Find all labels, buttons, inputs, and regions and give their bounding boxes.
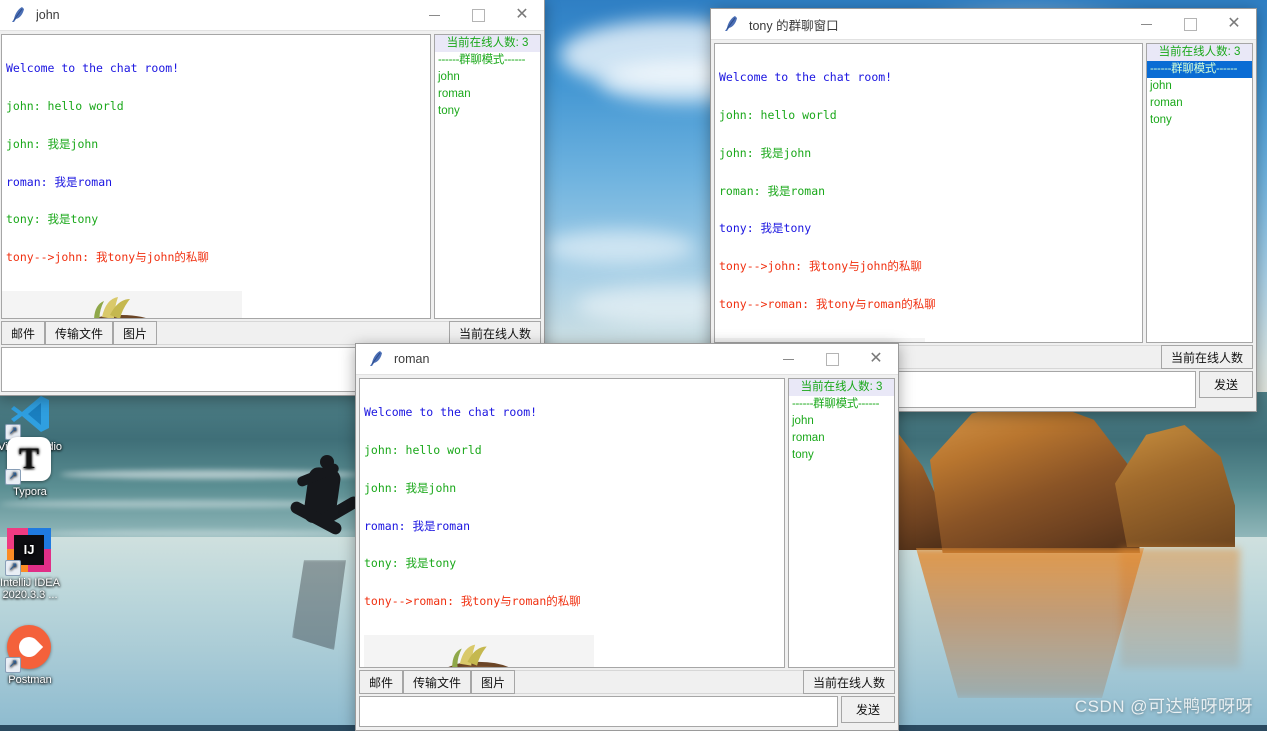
online-count-label: 当前在线人数: 3 [789,379,894,396]
chat-message: john: 我是john [364,480,457,495]
transfer-file-button[interactable]: 传输文件 [45,321,114,345]
window-roman[interactable]: roman ✕ Welcome to the chat room! john: … [355,343,899,731]
user-list-item[interactable]: john [789,413,894,430]
online-count-label: 当前在线人数: 3 [435,35,540,52]
window-title: roman [394,352,430,366]
python-feather-icon [8,5,32,25]
desktop-icon-typora[interactable]: T ↗ Typora [0,437,62,498]
group-chat-mode-item[interactable]: ------群聊模式------ [435,52,540,69]
typora-icon: T ↗ [5,437,53,485]
message-input[interactable] [359,696,838,727]
window-title: tony 的群聊窗口 [749,18,839,33]
online-count-label: 当前在线人数: 3 [1147,44,1252,61]
shortcut-arrow-icon: ↗ [5,657,21,673]
picture-button[interactable]: 图片 [471,670,516,694]
chat-message: tony-->john: 我tony与john的私聊 [6,250,209,265]
intellij-idea-icon: IJ ↗ [5,528,53,576]
group-chat-mode-item[interactable]: ------群聊模式------ [789,396,894,413]
close-button[interactable]: ✕ [500,1,544,30]
online-count-button[interactable]: 当前在线人数 [802,670,895,694]
chat-messages-area[interactable]: Welcome to the chat room! john: hello wo… [1,34,431,319]
shortcut-arrow-icon: ↗ [5,469,21,485]
chat-messages-area[interactable]: Welcome to the chat room! john: hello wo… [714,43,1143,343]
chat-messages-area[interactable]: Welcome to the chat room! john: hello wo… [359,378,785,668]
csdn-watermark: CSDN @可达鸭呀呀呀 [1074,697,1253,716]
user-list-item[interactable]: tony [789,447,894,464]
group-chat-mode-item[interactable]: ------群聊模式------ [1147,61,1252,78]
user-list-item[interactable]: john [435,69,540,86]
desktop-icon-label: Typora [13,486,47,498]
chat-message: tony: 我是tony [719,221,812,236]
send-button[interactable]: 发送 [840,696,895,723]
user-list-item[interactable]: roman [435,86,540,103]
action-toolbar: 邮件 传输文件 图片 当前在线人数 [356,668,898,696]
desktop-icon-postman[interactable]: ↗ Postman [0,625,62,686]
mail-button[interactable]: 邮件 [359,670,404,694]
minimize-button[interactable] [412,1,456,30]
python-feather-icon [721,14,745,34]
chat-message: john: 我是john [6,136,99,151]
chat-message: john: 我是john [719,145,812,160]
chat-message: john: hello world [6,98,124,113]
chat-image-kitten: 3png.com [364,634,594,667]
user-list-item[interactable]: john [1147,78,1252,95]
maximize-button[interactable] [456,1,500,30]
cloud [545,230,695,264]
user-list-item[interactable]: roman [1147,95,1252,112]
user-list-item[interactable]: roman [789,430,894,447]
message-list: Welcome to the chat room! john: hello wo… [360,379,784,633]
python-feather-icon [366,349,390,369]
chat-message: Welcome to the chat room! [364,405,538,420]
chat-message: tony: 我是tony [6,212,99,227]
picture-button[interactable]: 图片 [113,321,158,345]
transfer-file-button[interactable]: 传输文件 [403,670,472,694]
chat-message: tony-->john: 我tony与john的私聊 [719,259,922,274]
chat-message: tony: 我是tony [364,556,457,571]
online-user-list[interactable]: 当前在线人数: 3 ------群聊模式------ john roman to… [1146,43,1253,343]
vscode-icon: ↗ [5,392,53,440]
online-count-button[interactable]: 当前在线人数 [448,321,541,345]
close-button[interactable]: ✕ [1212,10,1256,39]
user-list-item[interactable]: tony [435,103,540,120]
message-list: Welcome to the chat room! john: hello wo… [2,35,430,289]
titlebar-john[interactable]: john ✕ [0,0,544,31]
chat-message: john: hello world [364,442,482,457]
chat-message: Welcome to the chat room! [719,70,893,85]
typora-glyph: T [18,442,39,475]
close-button[interactable]: ✕ [854,345,898,374]
minimize-button[interactable] [1124,10,1168,39]
send-button[interactable]: 发送 [1198,371,1253,398]
desktop-icon-label: IntelliJ IDEA 2020.3.3 ... [0,577,60,601]
maximize-button[interactable] [810,345,854,374]
online-user-list[interactable]: 当前在线人数: 3 ------群聊模式------ john roman to… [788,378,895,668]
chat-image-kitten: 3png.com [2,290,242,318]
titlebar-tony[interactable]: tony 的群聊窗口 ✕ [711,9,1256,40]
chat-message: roman: 我是roman [6,174,113,189]
user-list-item[interactable]: tony [1147,112,1252,129]
online-user-list[interactable]: 当前在线人数: 3 ------群聊模式------ john roman to… [434,34,541,319]
rock-reflection [1120,548,1240,668]
titlebar-roman[interactable]: roman ✕ [356,344,898,375]
window-title: john [36,8,60,22]
maximize-button[interactable] [1168,10,1212,39]
shortcut-arrow-icon: ↗ [5,560,21,576]
desktop-icon-label: Postman [8,674,52,686]
message-list: Welcome to the chat room! john: hello wo… [715,44,1142,336]
chat-message: roman: 我是roman [364,518,471,533]
minimize-button[interactable] [766,345,810,374]
postman-icon: ↗ [5,625,53,673]
chat-message: tony-->roman: 我tony与roman的私聊 [719,296,936,311]
mail-button[interactable]: 邮件 [1,321,46,345]
chat-message: Welcome to the chat room! [6,61,180,76]
desktop-icon-intellij-idea[interactable]: IJ ↗ IntelliJ IDEA 2020.3.3 ... [0,528,62,601]
window-john[interactable]: john ✕ Welcome to the chat room! john: h… [0,0,545,396]
chat-message: tony-->roman: 我tony与roman的私聊 [364,594,581,609]
chat-message: roman: 我是roman [719,183,826,198]
chat-message: john: hello world [719,107,837,122]
online-count-button[interactable]: 当前在线人数 [1160,345,1253,369]
